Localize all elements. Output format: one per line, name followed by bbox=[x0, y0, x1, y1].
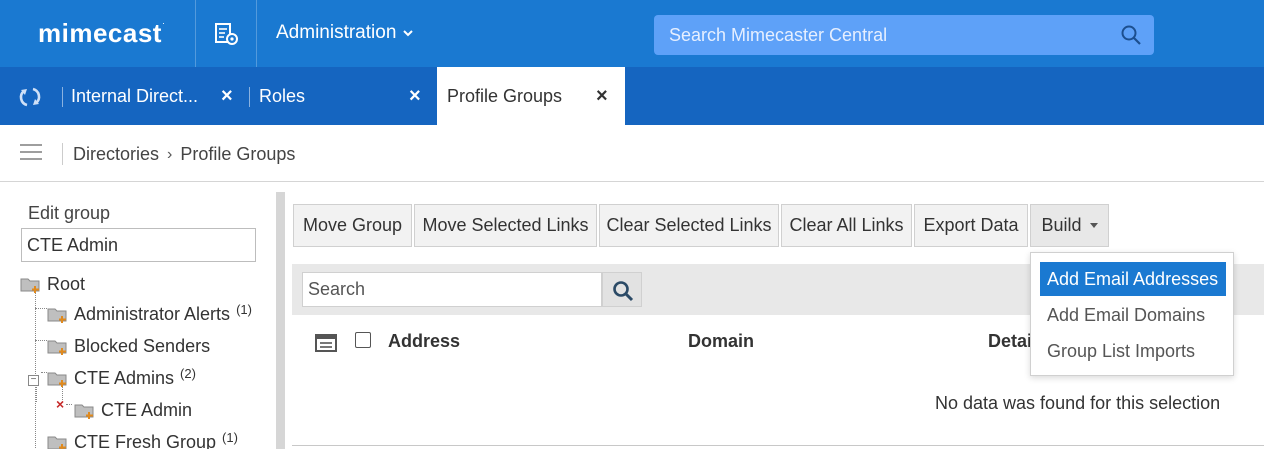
administration-menu[interactable]: Administration bbox=[276, 22, 414, 44]
export-data-button[interactable]: Export Data bbox=[914, 204, 1028, 247]
folder-icon bbox=[47, 436, 67, 449]
build-dropdown-menu: Add Email Addresses Add Email Domains Gr… bbox=[1030, 252, 1234, 376]
grid-search-button[interactable] bbox=[602, 272, 642, 307]
clear-all-links-button[interactable]: Clear All Links bbox=[781, 204, 912, 247]
tree-node-root[interactable]: Root bbox=[20, 274, 85, 295]
move-group-button[interactable]: Move Group bbox=[293, 204, 412, 247]
breadcrumb: Directories › Profile Groups bbox=[73, 144, 295, 165]
tree-node-count: (1) bbox=[236, 302, 252, 317]
close-tab-icon[interactable]: × bbox=[409, 85, 421, 108]
tab-roles[interactable]: Roles × bbox=[259, 67, 429, 125]
folder-icon bbox=[47, 308, 67, 323]
menu-item-group-list-imports[interactable]: Group List Imports bbox=[1040, 334, 1226, 368]
header-divider bbox=[256, 0, 257, 67]
search-icon bbox=[613, 281, 634, 302]
tree-node-count: (1) bbox=[222, 430, 238, 445]
tree-node-administrator-alerts[interactable]: Administrator Alerts (1) bbox=[47, 302, 252, 325]
tree-node-label: CTE Admins bbox=[74, 368, 175, 388]
column-chooser-icon[interactable] bbox=[315, 333, 337, 353]
tree-node-count: (2) bbox=[180, 366, 196, 381]
close-tab-icon[interactable]: × bbox=[221, 85, 233, 108]
edit-group-input[interactable] bbox=[21, 228, 256, 262]
tree-node-cte-admin[interactable]: CTE Admin bbox=[74, 400, 192, 421]
caret-down-icon bbox=[1089, 223, 1098, 228]
search-icon[interactable] bbox=[1120, 24, 1142, 46]
edit-group-label: Edit group bbox=[28, 203, 111, 223]
remove-link-icon[interactable]: × bbox=[56, 396, 64, 412]
breadcrumb-divider bbox=[62, 143, 63, 165]
tab-label: Internal Direct... bbox=[71, 85, 199, 106]
tree-connector bbox=[35, 308, 47, 309]
header-divider bbox=[195, 0, 196, 67]
select-all-checkbox[interactable] bbox=[355, 332, 371, 348]
tree-node-label: Blocked Senders bbox=[74, 336, 211, 356]
move-selected-links-button[interactable]: Move Selected Links bbox=[414, 204, 597, 247]
tree-node-cte-admins[interactable]: CTE Admins (2) bbox=[47, 366, 196, 389]
trademark-mark: · bbox=[161, 18, 166, 28]
folder-icon bbox=[47, 340, 67, 355]
clear-selected-links-button[interactable]: Clear Selected Links bbox=[599, 204, 779, 247]
hamburger-menu-icon[interactable] bbox=[20, 144, 42, 162]
chevron-down-icon bbox=[403, 30, 414, 37]
tree-connector bbox=[35, 340, 47, 341]
tree-node-cte-fresh-group[interactable]: CTE Fresh Group (1) bbox=[47, 430, 238, 449]
tree-node-label: CTE Fresh Group bbox=[74, 432, 217, 449]
app-settings-icon[interactable] bbox=[213, 22, 239, 46]
column-header-details[interactable]: Detai bbox=[988, 331, 1032, 352]
tab-internal-directories[interactable]: Internal Direct... × bbox=[71, 67, 241, 125]
close-tab-icon[interactable]: × bbox=[596, 85, 608, 108]
breadcrumb-item-profile-groups: Profile Groups bbox=[180, 144, 296, 164]
top-bar: mimecast· Administration bbox=[0, 0, 1264, 67]
menu-item-add-email-domains[interactable]: Add Email Domains bbox=[1040, 298, 1226, 332]
tab-profile-groups[interactable]: Profile Groups × bbox=[437, 67, 625, 125]
folder-icon bbox=[20, 278, 40, 293]
administration-menu-label: Administration bbox=[276, 22, 397, 43]
breadcrumb-bar: Directories › Profile Groups bbox=[0, 125, 1264, 182]
build-button-label: Build bbox=[1041, 215, 1082, 235]
menu-item-add-email-addresses[interactable]: Add Email Addresses bbox=[1040, 262, 1226, 296]
breadcrumb-separator: › bbox=[167, 145, 173, 163]
mimecast-logo[interactable]: mimecast· bbox=[38, 18, 165, 49]
global-search bbox=[654, 15, 1154, 55]
tab-separator bbox=[249, 87, 250, 107]
tree-node-blocked-senders[interactable]: Blocked Senders bbox=[47, 336, 210, 357]
brand-name: mimecast bbox=[38, 18, 162, 48]
folder-icon bbox=[47, 372, 67, 387]
build-dropdown-button[interactable]: Build bbox=[1030, 204, 1109, 247]
collapse-toggle-icon[interactable]: − bbox=[28, 375, 39, 386]
tree-node-label: Root bbox=[47, 274, 86, 294]
grid-footer-line bbox=[292, 445, 1264, 446]
tab-separator bbox=[62, 87, 63, 107]
group-tree-panel: Edit group Root Administrator Alerts (1)… bbox=[0, 182, 276, 449]
panel-splitter[interactable] bbox=[276, 192, 285, 449]
folder-icon bbox=[74, 404, 94, 419]
grid-search-input[interactable] bbox=[302, 272, 602, 307]
tree-connector bbox=[35, 288, 36, 449]
tab-label: Roles bbox=[259, 85, 306, 106]
tree-node-label: Administrator Alerts bbox=[74, 304, 231, 324]
empty-grid-message: No data was found for this selection bbox=[935, 393, 1221, 413]
breadcrumb-item-directories[interactable]: Directories bbox=[73, 144, 159, 165]
column-header-domain[interactable]: Domain bbox=[688, 331, 754, 352]
tree-node-label: CTE Admin bbox=[101, 400, 193, 420]
refresh-icon[interactable] bbox=[18, 85, 42, 109]
global-search-input[interactable] bbox=[654, 15, 1114, 55]
column-header-address[interactable]: Address bbox=[388, 331, 460, 352]
tab-label: Profile Groups bbox=[447, 85, 563, 106]
tab-bar: Internal Direct... × Roles × Profile Gro… bbox=[0, 67, 1264, 125]
tree-connector bbox=[66, 404, 72, 405]
